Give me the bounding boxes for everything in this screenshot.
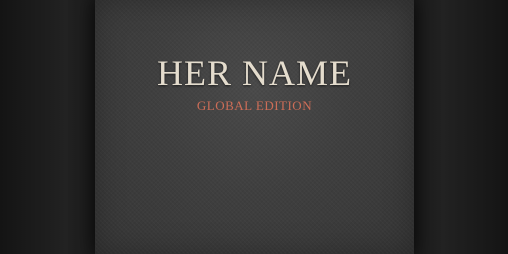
left-background-panel [0, 0, 95, 254]
book-title: HER NAME [157, 53, 352, 93]
book-cover[interactable]: HER NAME GLOBAL EDITION [95, 0, 414, 254]
book-subtitle: GLOBAL EDITION [196, 98, 313, 113]
right-background-panel [414, 0, 508, 254]
app-screen: HER NAME GLOBAL EDITION [0, 0, 508, 254]
cover-texture [95, 0, 414, 254]
